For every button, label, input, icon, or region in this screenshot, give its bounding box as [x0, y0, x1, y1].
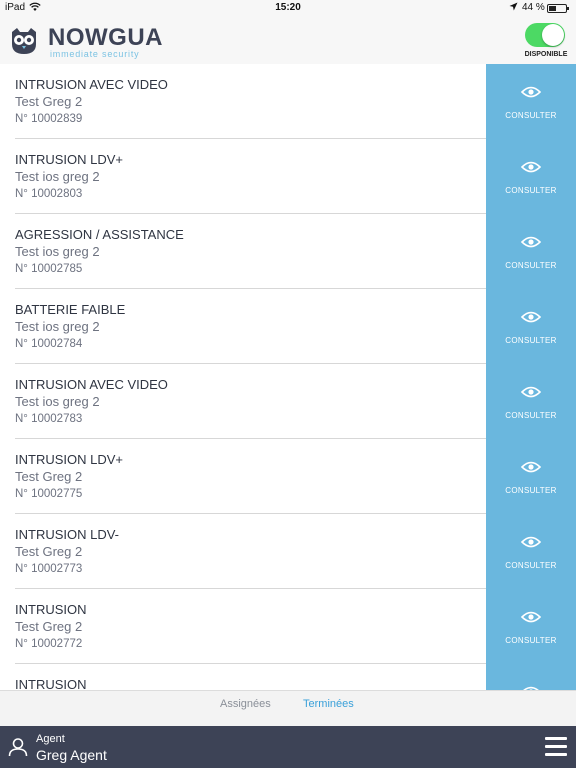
consult-label: CONSULTER	[505, 636, 557, 645]
alert-row[interactable]: INTRUSION LDV+ Test ios greg 2 N° 10002803…	[0, 139, 576, 214]
alert-number: N° 10002803	[15, 188, 83, 200]
tab-assigned[interactable]: Assignées	[220, 698, 271, 710]
eye-icon	[520, 535, 542, 554]
alert-site: Test ios greg 2	[15, 244, 100, 259]
alert-number: N° 10002773	[15, 563, 83, 575]
alert-title: AGRESSION / ASSISTANCE	[15, 227, 184, 242]
consult-button[interactable]: CONSULTER	[486, 139, 576, 214]
consult-label: CONSULTER	[505, 186, 557, 195]
alert-number: N° 10002839	[15, 113, 83, 125]
consult-button[interactable]: CONSULTER	[486, 364, 576, 439]
alert-title: INTRUSION LDV+	[15, 452, 123, 467]
alert-site: Test ios greg 2	[15, 394, 100, 409]
eye-icon	[520, 235, 542, 254]
status-bar: iPad 15:20 44 %	[0, 0, 576, 16]
tab-bar: Assignées Terminées	[0, 690, 576, 726]
alert-row-content[interactable]: INTRUSION LDV- Test Greg 2 N° 10002773	[15, 514, 485, 589]
consult-label: CONSULTER	[505, 411, 557, 420]
consult-button[interactable]	[486, 664, 576, 690]
alert-number: N° 10002772	[15, 638, 83, 650]
consult-button[interactable]: CONSULTER	[486, 289, 576, 364]
location-arrow-icon	[509, 2, 518, 13]
alert-row[interactable]: INTRUSION AVEC VIDEO Test Greg 2 N° 100028…	[0, 64, 576, 139]
alert-site: Test Greg 2	[15, 94, 83, 109]
alert-title: INTRUSION LDV-	[15, 527, 120, 542]
alert-row-content[interactable]: INTRUSION LDV+ Test ios greg 2 N° 10002803	[15, 139, 485, 214]
brand-name: NOWGUA	[48, 24, 163, 51]
agent-name: Greg Agent	[36, 747, 107, 763]
eye-icon	[520, 385, 542, 404]
alert-row-content[interactable]: INTRUSION LDV+ Test Greg 2 N° 10002775	[15, 439, 485, 514]
alert-row-content[interactable]: AGRESSION / ASSISTANCE Test ios greg 2 N° …	[15, 214, 485, 289]
app-header: NOWGUA immediate security DISPONIBLE	[0, 16, 576, 64]
alert-row[interactable]: INTRUSION	[0, 664, 576, 690]
alert-row[interactable]: INTRUSION Test Greg 2 N° 10002772 CONSULTER	[0, 589, 576, 664]
consult-label: CONSULTER	[505, 561, 557, 570]
alert-row-content[interactable]: INTRUSION AVEC VIDEO Test ios greg 2 N° 10…	[15, 364, 485, 439]
owl-logo-icon	[8, 26, 40, 56]
alert-site: Test Greg 2	[15, 544, 83, 559]
consult-button[interactable]: CONSULTER	[486, 514, 576, 589]
alert-list[interactable]: INTRUSION AVEC VIDEO Test Greg 2 N° 100028…	[0, 64, 576, 690]
alert-row[interactable]: BATTERIE FAIBLE Test ios greg 2 N° 1000278…	[0, 289, 576, 364]
consult-label: CONSULTER	[505, 261, 557, 270]
alert-row[interactable]: AGRESSION / ASSISTANCE Test ios greg 2 N° …	[0, 214, 576, 289]
consult-button[interactable]: CONSULTER	[486, 589, 576, 664]
toggle-knob	[542, 24, 564, 46]
eye-icon	[520, 460, 542, 479]
alert-row[interactable]: INTRUSION AVEC VIDEO Test ios greg 2 N° 10…	[0, 364, 576, 439]
agent-role: Agent	[36, 733, 65, 745]
alert-title: INTRUSION AVEC VIDEO	[15, 77, 168, 92]
alert-row-content[interactable]: INTRUSION	[15, 664, 485, 690]
brand-tagline: immediate security	[50, 49, 140, 59]
consult-label: CONSULTER	[505, 486, 557, 495]
alert-row-content[interactable]: INTRUSION Test Greg 2 N° 10002772	[15, 589, 485, 664]
consult-button[interactable]: CONSULTER	[486, 64, 576, 139]
alert-number: N° 10002775	[15, 488, 83, 500]
alert-row[interactable]: INTRUSION LDV- Test Greg 2 N° 10002773 CONS…	[0, 514, 576, 589]
clock-time: 15:20	[275, 2, 301, 13]
alert-row[interactable]: INTRUSION LDV+ Test Greg 2 N° 10002775 CONS…	[0, 439, 576, 514]
alert-title: INTRUSION	[15, 602, 87, 617]
eye-icon	[520, 310, 542, 329]
consult-button[interactable]: CONSULTER	[486, 439, 576, 514]
alert-row-content[interactable]: INTRUSION AVEC VIDEO Test Greg 2 N° 100028…	[15, 64, 485, 139]
battery-icon	[547, 4, 569, 13]
alert-number: N° 10002783	[15, 413, 83, 425]
user-icon	[8, 737, 28, 762]
tab-done[interactable]: Terminées	[303, 698, 354, 710]
alert-site: Test ios greg 2	[15, 319, 100, 334]
consult-button[interactable]: CONSULTER	[486, 214, 576, 289]
alert-title: INTRUSION AVEC VIDEO	[15, 377, 168, 392]
hamburger-menu-icon[interactable]	[545, 737, 567, 757]
alert-number: N° 10002784	[15, 338, 83, 350]
consult-label: CONSULTER	[505, 336, 557, 345]
alert-title: INTRUSION	[15, 677, 87, 690]
alert-site: Test ios greg 2	[15, 169, 100, 184]
alert-site: Test Greg 2	[15, 619, 83, 634]
agent-footer: Agent Greg Agent	[0, 726, 576, 768]
consult-label: CONSULTER	[505, 111, 557, 120]
availability-label: DISPONIBLE	[524, 51, 568, 58]
battery-percent: 44 %	[522, 2, 545, 13]
alert-row-content[interactable]: BATTERIE FAIBLE Test ios greg 2 N° 1000278…	[15, 289, 485, 364]
alert-title: BATTERIE FAIBLE	[15, 302, 126, 317]
eye-icon	[520, 85, 542, 104]
alert-site: Test Greg 2	[15, 469, 83, 484]
eye-icon	[520, 610, 542, 629]
availability-toggle[interactable]	[525, 23, 565, 47]
alert-number: N° 10002785	[15, 263, 83, 275]
alert-title: INTRUSION LDV+	[15, 152, 123, 167]
eye-icon	[520, 160, 542, 179]
